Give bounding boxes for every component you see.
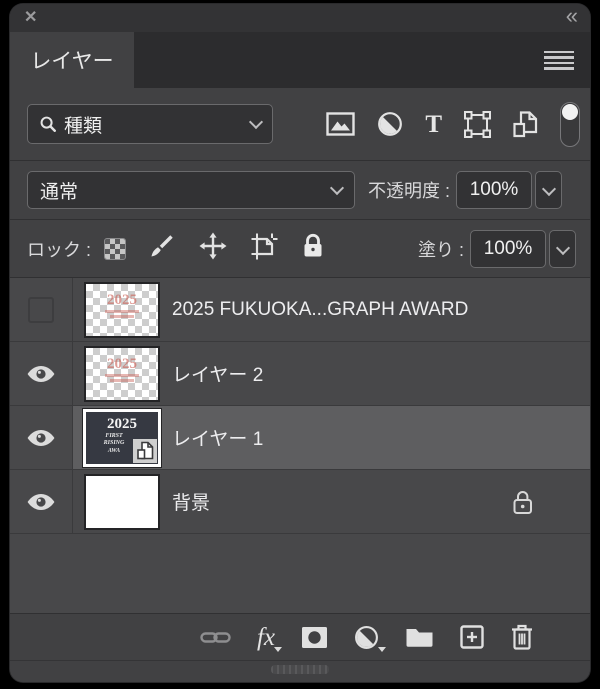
layer-locked-icon [511, 488, 534, 516]
layer-row[interactable]: 背景 [10, 470, 590, 534]
visibility-cell[interactable] [10, 278, 73, 341]
delete-layer-icon[interactable] [510, 624, 534, 651]
thumbnail-art-text: 2025 [107, 291, 137, 308]
lock-position-icon[interactable] [199, 232, 227, 265]
layer-row-selected[interactable]: 2025 FIRST RISING AWA レイヤー 1 [10, 406, 590, 470]
visibility-cell[interactable] [10, 406, 73, 469]
new-adjustment-layer-icon[interactable] [354, 625, 386, 652]
triangle-down-icon [378, 646, 386, 652]
collapse-panel-icon[interactable]: « [566, 5, 578, 27]
link-layers-icon[interactable] [200, 629, 231, 646]
layers-panel: ✕ « レイヤー 種類 T 通常 不透明度: 100% ロック: 塗り: … [10, 4, 590, 682]
blend-mode-value: 通常 [40, 181, 79, 203]
visibility-cell[interactable] [10, 470, 73, 533]
blend-mode-select[interactable]: 通常 [27, 171, 355, 209]
fill-label: 塗り : [417, 239, 464, 260]
thumbnail-art-subtext: FIRST [105, 432, 123, 439]
layer-thumbnail[interactable]: 2025 [86, 347, 158, 400]
panel-resize-strip [10, 660, 590, 682]
tab-layers[interactable]: レイヤー [10, 32, 134, 88]
layer-name[interactable]: レイヤー 1 [172, 424, 263, 451]
filter-kind-select[interactable]: 種類 [27, 104, 273, 144]
fill-dropdown-button[interactable] [549, 229, 576, 268]
fill-input[interactable]: 100% [470, 229, 546, 268]
lock-row: ロック : 塗り: 100% [10, 220, 590, 278]
opacity-input[interactable]: 100% [456, 171, 533, 209]
lock-label: ロック : [27, 239, 92, 260]
thumbnail-art-subtext: RISING [103, 440, 125, 447]
add-layer-mask-icon[interactable] [301, 626, 328, 649]
layer-thumbnail[interactable]: 2025 FIRST RISING AWA [86, 411, 158, 464]
chevron-down-icon [555, 240, 570, 255]
thumbnail-art-text: 2025 [107, 415, 137, 432]
filter-icons: T [326, 101, 580, 147]
triangle-down-icon [274, 646, 282, 652]
lock-icons [104, 232, 324, 265]
layer-name[interactable]: 背景 [172, 488, 210, 515]
layers-empty-area [10, 534, 590, 613]
filtering-toggle[interactable] [560, 101, 580, 147]
search-icon [40, 116, 56, 132]
thumbnail-art-subtext: AWA [107, 447, 121, 454]
fx-label: fx [256, 623, 275, 651]
opacity-label: 不透明度 : [368, 181, 451, 201]
lock-artboard-nesting-icon[interactable] [251, 233, 278, 265]
layer-name[interactable]: レイヤー 2 [172, 360, 263, 387]
eye-icon [27, 493, 55, 510]
layer-row[interactable]: 2025 2025 FUKUOKA...GRAPH AWARD [10, 278, 590, 342]
smart-object-filter-icon[interactable] [513, 110, 538, 138]
opacity-dropdown-button[interactable] [535, 171, 563, 209]
lock-transparent-pixels-icon[interactable] [104, 237, 127, 260]
resize-grip-handle[interactable] [271, 665, 329, 674]
layer-row[interactable]: 2025 レイヤー 2 [10, 342, 590, 406]
eye-icon [27, 365, 55, 382]
filter-row: 種類 T [10, 88, 590, 161]
new-group-icon[interactable] [405, 626, 434, 648]
close-icon[interactable]: ✕ [24, 10, 37, 26]
panel-titlebar: ✕ « [10, 4, 590, 32]
lock-image-pixels-icon[interactable] [149, 233, 175, 264]
visibility-cell[interactable] [10, 342, 73, 405]
chevron-down-icon [541, 181, 556, 197]
layer-style-fx-icon[interactable]: fx [256, 623, 282, 652]
layers-list: 2025 2025 FUKUOKA...GRAPH AWARD 2025 レイヤ… [10, 278, 590, 613]
toggle-knob-icon [562, 103, 578, 120]
lock-all-icon[interactable] [302, 233, 324, 264]
chevron-down-icon [248, 114, 264, 130]
visibility-hidden-icon [28, 296, 54, 323]
pixel-layer-filter-icon[interactable] [326, 112, 356, 136]
adjustment-layer-filter-icon[interactable] [377, 111, 403, 137]
panel-menu-icon[interactable] [544, 50, 574, 70]
filter-kind-label: 種類 [64, 115, 103, 137]
layer-thumbnail[interactable]: 2025 [86, 283, 158, 336]
bottom-toolbar: fx [10, 613, 590, 660]
eye-icon [27, 429, 55, 446]
fill-group: 塗り : 100% [405, 229, 576, 268]
layer-thumbnail[interactable] [86, 475, 158, 528]
layer-name[interactable]: 2025 FUKUOKA...GRAPH AWARD [172, 299, 468, 321]
tab-strip: レイヤー [10, 32, 590, 88]
blend-row: 通常 不透明度 : 100% [10, 161, 590, 220]
new-layer-icon[interactable] [460, 625, 484, 649]
thumbnail-art-text: 2025 [107, 355, 137, 372]
shape-layer-filter-icon[interactable] [464, 110, 491, 138]
chevron-down-icon [329, 180, 345, 196]
smart-object-badge-icon [133, 438, 157, 463]
type-layer-filter-icon[interactable]: T [425, 112, 442, 137]
